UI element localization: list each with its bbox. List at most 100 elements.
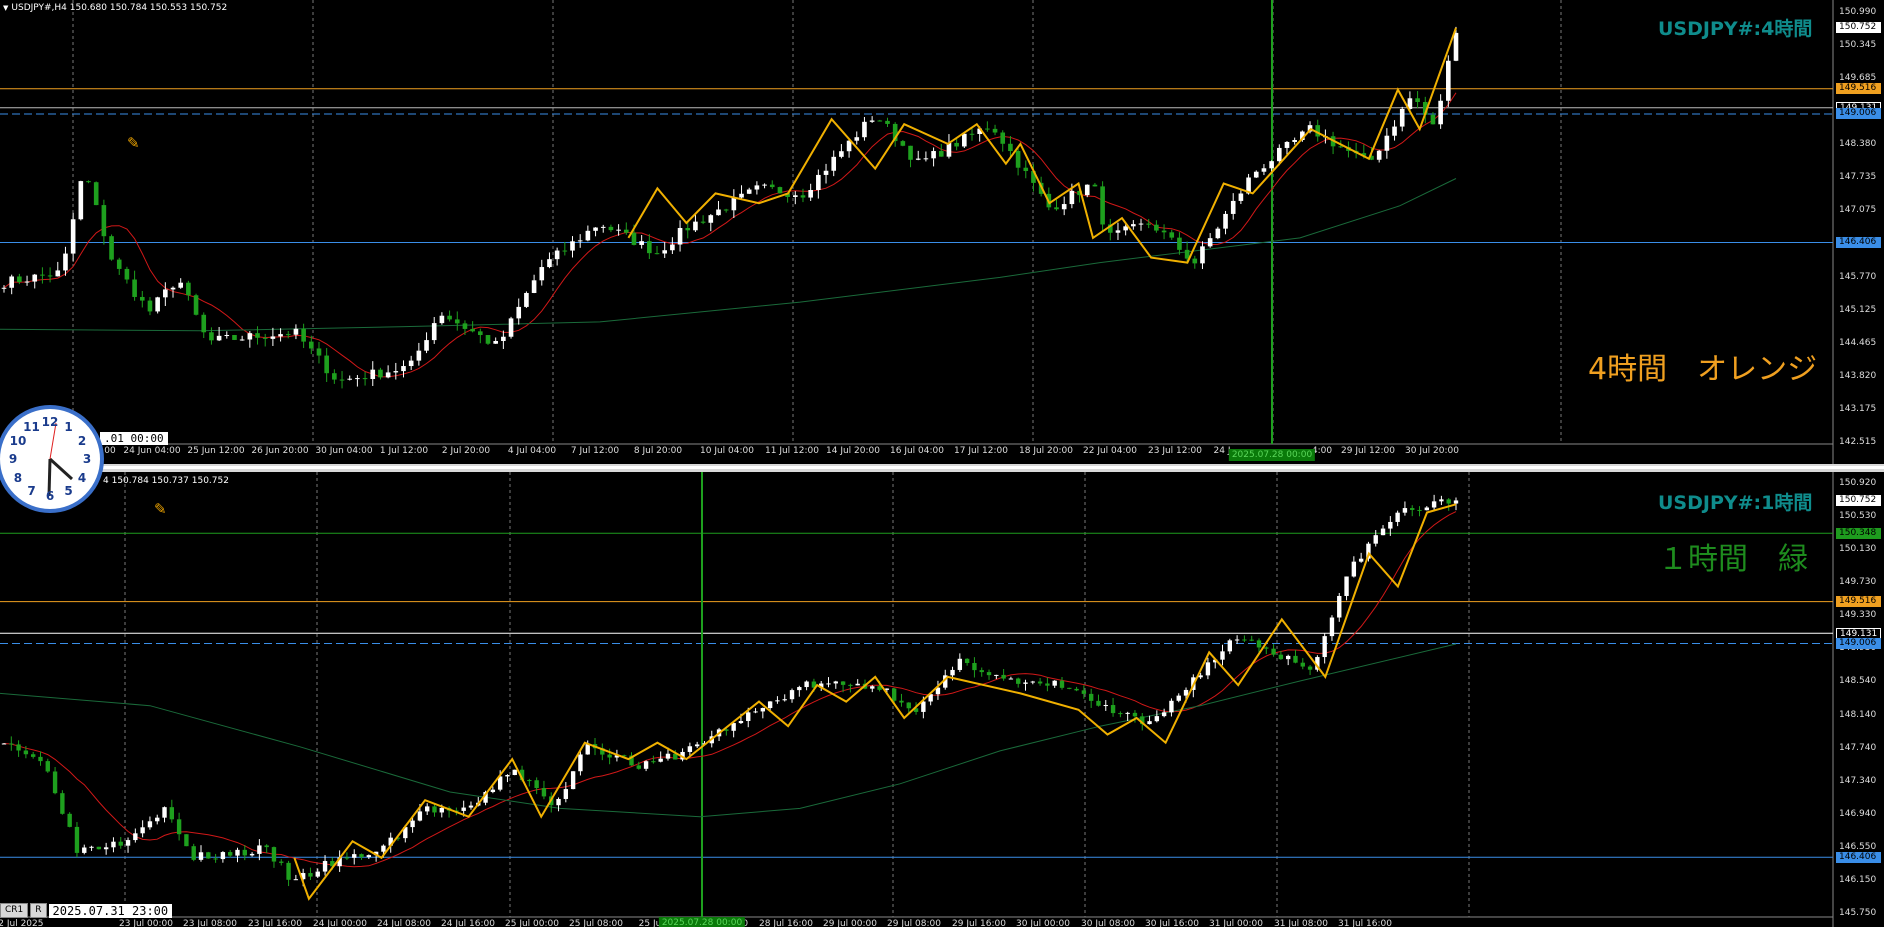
candle	[954, 142, 959, 147]
candle	[32, 274, 38, 282]
candle	[339, 379, 345, 381]
candle	[554, 250, 560, 260]
candle	[1092, 184, 1098, 187]
candle	[1100, 186, 1105, 225]
candle	[753, 711, 758, 713]
time-axis-label: 29 Jul 16:00	[952, 919, 1006, 927]
candle	[213, 858, 218, 860]
candle	[623, 229, 629, 233]
candle	[235, 849, 240, 856]
candle	[636, 765, 641, 769]
candle	[462, 323, 468, 329]
candle	[501, 336, 506, 341]
price-scale-label: 150.990	[1839, 7, 1877, 17]
candle	[191, 846, 196, 860]
clock-number: 7	[27, 484, 36, 499]
candle	[270, 336, 276, 339]
chart-pane-h4[interactable]: ▼ USDJPY#,H4 150.680 150.784 150.553 150.…	[0, 0, 1884, 464]
candle	[694, 744, 700, 747]
clock-number: 9	[8, 452, 18, 466]
candle	[45, 761, 50, 772]
candle	[216, 335, 222, 341]
candle	[242, 849, 247, 856]
candle	[1110, 705, 1116, 714]
candle	[593, 227, 598, 231]
candle	[1399, 108, 1405, 127]
candle	[209, 332, 214, 341]
time-axis-label: 30 Jul 20:00	[1405, 446, 1459, 456]
candle	[534, 780, 539, 789]
candle	[257, 845, 262, 854]
candle	[366, 855, 372, 858]
toolbar-button-r[interactable]: R	[30, 903, 47, 918]
candle	[147, 300, 153, 312]
candle	[1242, 639, 1247, 641]
candle	[193, 295, 199, 315]
candle	[147, 821, 153, 828]
pane-separator[interactable]	[0, 464, 1884, 472]
toolbar-button-cr1[interactable]: CR1	[0, 903, 29, 918]
candle	[700, 221, 706, 223]
candle	[708, 215, 714, 223]
candle	[1261, 168, 1267, 172]
candle	[677, 227, 683, 245]
price-marker-box: 149.006	[1836, 638, 1881, 650]
time-axis-label: 23 Jul 00:00	[119, 919, 173, 927]
candle	[1415, 98, 1420, 103]
time-axis-label: 30 Jul 08:00	[1081, 919, 1135, 927]
candle	[40, 274, 45, 276]
candle	[986, 672, 992, 676]
candle	[1344, 576, 1349, 596]
candle	[658, 758, 663, 762]
candle	[746, 712, 751, 721]
candle	[184, 834, 189, 847]
time-axis-label: 1 Jul 12:00	[379, 446, 429, 456]
candle	[616, 229, 621, 231]
candle	[1215, 228, 1221, 239]
candle	[505, 775, 510, 777]
time-axis-label: 4 Jul 04:00	[507, 446, 557, 456]
candle	[1146, 223, 1152, 225]
price-scale-label: 149.730	[1839, 577, 1877, 588]
candle	[840, 681, 846, 685]
candle	[470, 328, 475, 332]
time-axis-label: 23 Jul 08:00	[183, 919, 237, 927]
candle	[1088, 693, 1094, 701]
candle	[124, 268, 130, 280]
dropdown-triangle-icon[interactable]: ▼	[3, 4, 8, 12]
candle	[792, 195, 798, 197]
zigzag-line	[293, 503, 1457, 901]
chart-pane-h1[interactable]: 4 150.784 150.737 150.752 USDJPY#:1時間 １時…	[0, 472, 1884, 927]
candle	[1276, 147, 1282, 162]
pencil-icon[interactable]: ✎	[127, 134, 140, 152]
candle	[665, 753, 671, 759]
h4-chart-canvas[interactable]	[0, 0, 1884, 464]
candle	[1052, 680, 1057, 686]
moving-average-fast	[3, 511, 1457, 868]
candle	[1008, 143, 1013, 152]
candle	[643, 761, 649, 769]
h1-symbol-title: USDJPY#:1時間	[1658, 492, 1813, 514]
candle	[891, 688, 897, 701]
candle	[1227, 640, 1232, 652]
h4-header: ▼ USDJPY#,H4 150.680 150.784 150.553 150.…	[3, 3, 227, 13]
candle	[178, 282, 184, 288]
time-axis-label: 26 Jun 20:00	[251, 446, 309, 456]
candle	[962, 133, 967, 147]
candle	[767, 701, 773, 709]
price-scale-label: 142.515	[1839, 437, 1877, 447]
time-axis-label: 31 Jul 16:00	[1338, 919, 1392, 927]
candle	[972, 663, 977, 671]
candle	[1238, 193, 1244, 201]
candle	[385, 372, 391, 378]
time-axis-label: 25 Jul 08:00	[569, 919, 623, 927]
candle	[408, 360, 414, 367]
h1-chart-canvas[interactable]	[0, 472, 1884, 927]
price-scale-label: 149.685	[1839, 73, 1877, 84]
candle	[938, 151, 944, 157]
candle	[170, 287, 176, 290]
candle	[468, 805, 474, 808]
candle	[249, 853, 255, 856]
pencil-icon[interactable]: ✎	[154, 500, 167, 518]
candle	[232, 335, 237, 340]
